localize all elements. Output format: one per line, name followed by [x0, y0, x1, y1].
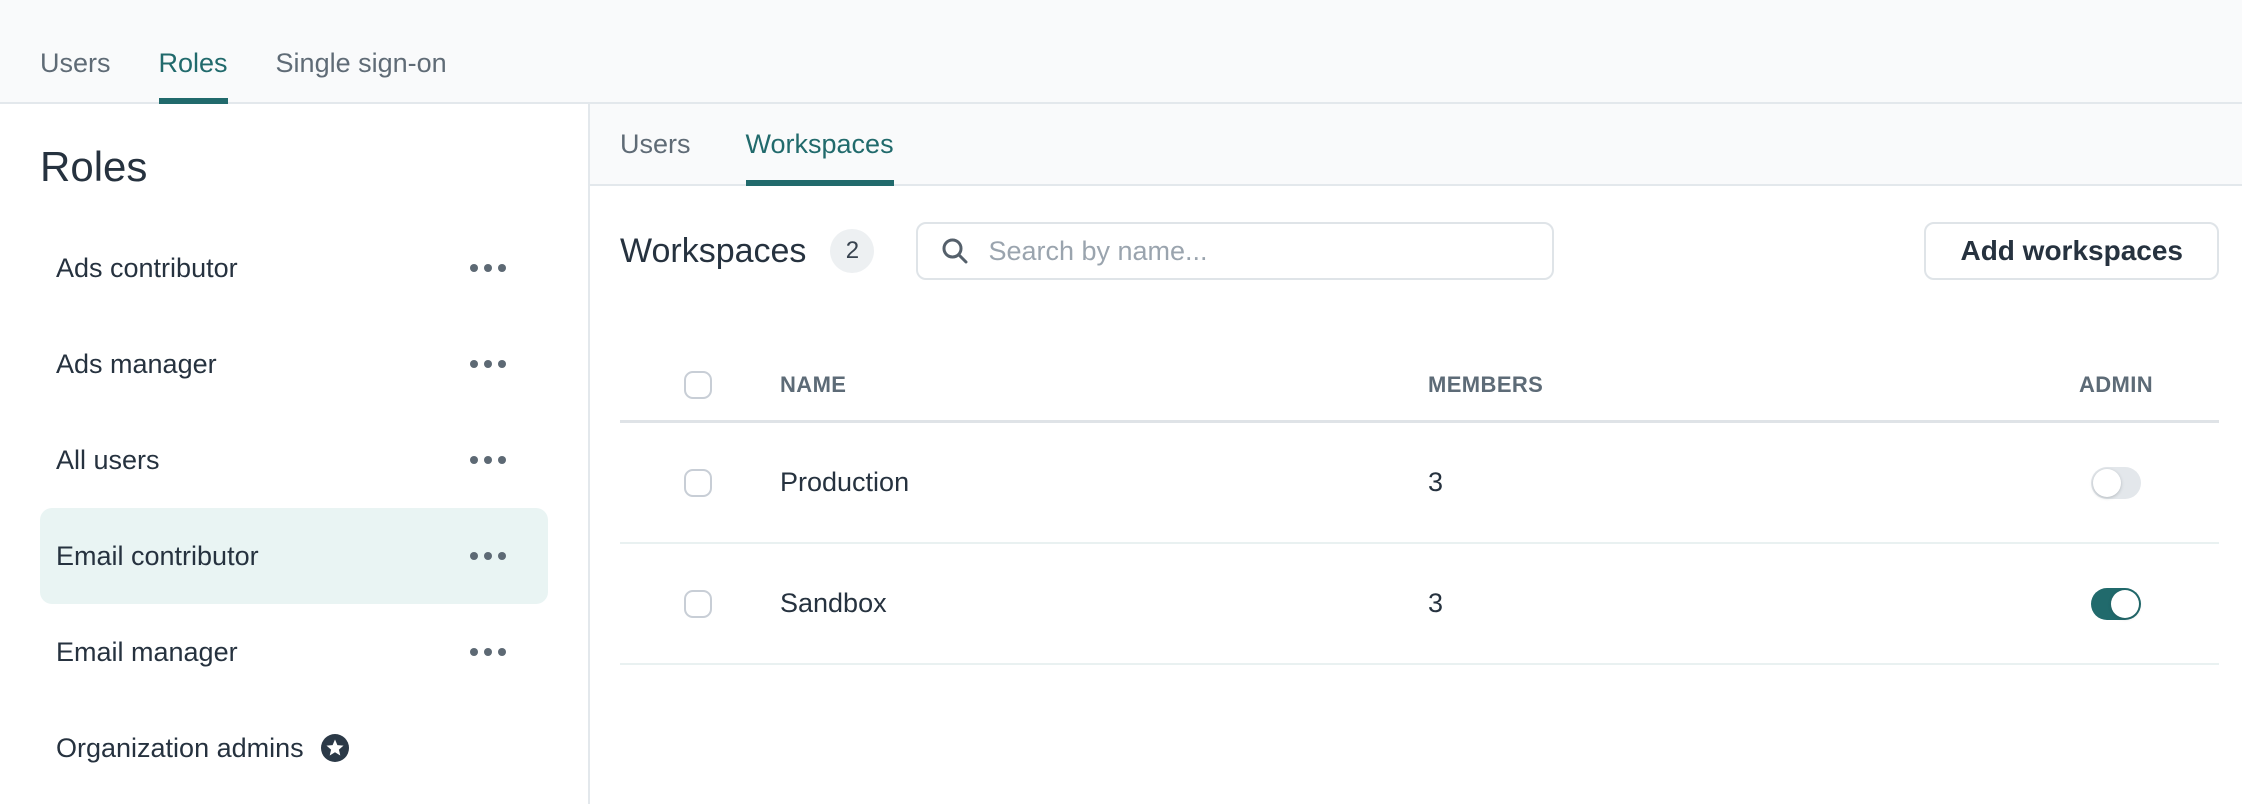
- workspace-count-badge: 2: [830, 229, 874, 273]
- top-nav: Users Roles Single sign-on: [0, 0, 2242, 104]
- star-circle-icon: [320, 733, 350, 763]
- top-tab-roles[interactable]: Roles: [159, 0, 228, 102]
- roles-sidebar: Roles Ads contributor Ads manager All us…: [0, 104, 590, 804]
- search-input[interactable]: [916, 222, 1554, 280]
- tab-workspaces[interactable]: Workspaces: [746, 104, 894, 184]
- more-options-icon[interactable]: [468, 640, 508, 664]
- workspace-name: Sandbox: [780, 588, 1428, 619]
- toggle-knob: [2111, 590, 2139, 618]
- workspace-members: 3: [1428, 467, 2013, 498]
- add-workspaces-button[interactable]: Add workspaces: [1924, 222, 2219, 280]
- role-label: All users: [56, 445, 160, 476]
- workspace-members: 3: [1428, 588, 2013, 619]
- role-list: Ads contributor Ads manager All users Em…: [40, 220, 548, 796]
- workspace-tabbar: Users Workspaces: [590, 104, 2242, 186]
- admin-toggle[interactable]: [2091, 588, 2141, 620]
- select-all-checkbox[interactable]: [684, 371, 712, 399]
- more-options-icon[interactable]: [468, 448, 508, 472]
- row-checkbox[interactable]: [684, 469, 712, 497]
- content-header: Workspaces 2 Add workspaces: [620, 222, 2219, 280]
- sidebar-item-organization-admins[interactable]: Organization admins: [40, 700, 548, 796]
- workspace-name: Production: [780, 467, 1428, 498]
- more-options-icon[interactable]: [468, 544, 508, 568]
- page-title: Workspaces: [620, 232, 806, 271]
- tab-users[interactable]: Users: [620, 104, 691, 184]
- column-header-name: NAME: [780, 372, 1428, 398]
- main-panel: Users Workspaces Workspaces 2 Add worksp…: [590, 104, 2242, 804]
- column-header-members: MEMBERS: [1428, 372, 2013, 398]
- role-label: Organization admins: [56, 733, 304, 764]
- table-header-row: NAME MEMBERS ADMIN: [620, 350, 2219, 423]
- role-label: Email manager: [56, 637, 238, 668]
- sidebar-item-email-contributor[interactable]: Email contributor: [40, 508, 548, 604]
- sidebar-item-ads-manager[interactable]: Ads manager: [40, 316, 548, 412]
- admin-toggle[interactable]: [2091, 467, 2141, 499]
- sidebar-item-ads-contributor[interactable]: Ads contributor: [40, 220, 548, 316]
- role-label: Ads manager: [56, 349, 217, 380]
- top-tab-users[interactable]: Users: [40, 0, 111, 102]
- search-box: [916, 222, 1554, 280]
- sidebar-item-email-manager[interactable]: Email manager: [40, 604, 548, 700]
- workspaces-table: NAME MEMBERS ADMIN Production 3: [620, 350, 2219, 665]
- sidebar-item-all-users[interactable]: All users: [40, 412, 548, 508]
- more-options-icon[interactable]: [468, 352, 508, 376]
- toggle-knob: [2093, 469, 2121, 497]
- role-label: Email contributor: [56, 541, 259, 572]
- table-row: Production 3: [620, 423, 2219, 544]
- more-options-icon[interactable]: [468, 256, 508, 280]
- row-checkbox[interactable]: [684, 590, 712, 618]
- role-label: Ads contributor: [56, 253, 238, 284]
- table-row: Sandbox 3: [620, 544, 2219, 665]
- workspaces-content: Workspaces 2 Add workspaces: [590, 186, 2242, 665]
- column-header-admin: ADMIN: [2013, 372, 2219, 398]
- top-tab-single-sign-on[interactable]: Single sign-on: [276, 0, 447, 102]
- sidebar-title: Roles: [40, 142, 548, 192]
